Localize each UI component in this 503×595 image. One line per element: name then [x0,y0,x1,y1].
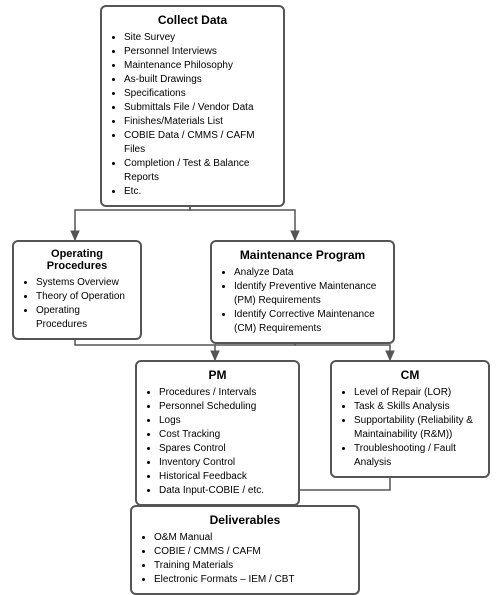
list-item: Identify Preventive Maintenance (PM) Req… [234,280,385,308]
list-item: O&M Manual [154,531,350,545]
list-item: Historical Feedback [159,470,290,484]
operating-procedures-list: Systems Overview Theory of Operation Ope… [22,276,132,332]
list-item: Inventory Control [159,456,290,470]
collect-data-list: Site Survey Personnel Interviews Mainten… [110,31,275,199]
list-item: Data Input-COBIE / etc. [159,484,290,498]
cm-title: CM [340,368,480,382]
list-item: Completion / Test & Balance Reports [124,157,275,185]
list-item: Etc. [124,185,275,199]
pm-list: Procedures / Intervals Personnel Schedul… [145,386,290,498]
operating-procedures-title: Operating Procedures [22,248,132,272]
list-item: Identify Corrective Maintenance (CM) Req… [234,308,385,336]
list-item: Analyze Data [234,266,385,280]
list-item: As-built Drawings [124,73,275,87]
list-item: Finishes/Materials List [124,115,275,129]
list-item: Training Materials [154,559,350,573]
pm-box: PM Procedures / Intervals Personnel Sche… [135,360,300,506]
maintenance-program-title: Maintenance Program [220,248,385,262]
list-item: COBIE / CMMS / CAFM [154,545,350,559]
list-item: Systems Overview [36,276,132,290]
list-item: Specifications [124,87,275,101]
list-item: Cost Tracking [159,428,290,442]
list-item: Personnel Interviews [124,45,275,59]
collect-data-box: Collect Data Site Survey Personnel Inter… [100,5,285,207]
collect-data-title: Collect Data [110,13,275,27]
cm-box: CM Level of Repair (LOR) Task & Skills A… [330,360,490,478]
operating-procedures-box: Operating Procedures Systems Overview Th… [12,240,142,340]
deliverables-title: Deliverables [140,513,350,527]
cm-list: Level of Repair (LOR) Task & Skills Anal… [340,386,480,470]
list-item: Submittals File / Vendor Data [124,101,275,115]
list-item: Troubleshooting / Fault Analysis [354,442,480,470]
maintenance-program-box: Maintenance Program Analyze Data Identif… [210,240,395,344]
list-item: Task & Skills Analysis [354,400,480,414]
deliverables-list: O&M Manual COBIE / CMMS / CAFM Training … [140,531,350,587]
diagram: Collect Data Site Survey Personnel Inter… [0,0,503,586]
list-item: Electronic Formats – IEM / CBT [154,573,350,587]
list-item: Supportability (Reliability & Maintainab… [354,414,480,442]
list-item: Personnel Scheduling [159,400,290,414]
list-item: Operating Procedures [36,304,132,332]
list-item: Logs [159,414,290,428]
pm-title: PM [145,368,290,382]
list-item: Maintenance Philosophy [124,59,275,73]
list-item: Theory of Operation [36,290,132,304]
list-item: Spares Control [159,442,290,456]
list-item: Procedures / Intervals [159,386,290,400]
maintenance-program-list: Analyze Data Identify Preventive Mainten… [220,266,385,336]
list-item: Level of Repair (LOR) [354,386,480,400]
list-item: COBIE Data / CMMS / CAFM Files [124,129,275,157]
deliverables-box: Deliverables O&M Manual COBIE / CMMS / C… [130,505,360,595]
list-item: Site Survey [124,31,275,45]
